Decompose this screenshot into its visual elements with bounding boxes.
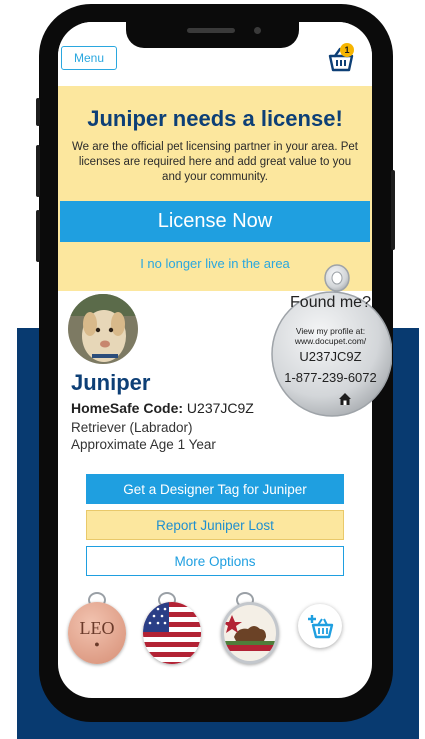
cart-count-badge: 1 bbox=[340, 43, 354, 57]
paw-icon: ● bbox=[94, 638, 100, 649]
phone-volume-up bbox=[36, 145, 40, 197]
menu-button[interactable]: Menu bbox=[61, 46, 117, 70]
american-flag-tag[interactable] bbox=[143, 602, 201, 664]
banner-title: Juniper needs a license! bbox=[87, 106, 343, 131]
found-me-line2: www.docupet.com/ bbox=[294, 336, 367, 346]
add-basket-icon bbox=[308, 615, 334, 639]
pet-avatar bbox=[68, 294, 138, 364]
california-bear-tag[interactable] bbox=[221, 602, 279, 664]
homesafe-code: HomeSafe Code: U237JC9Z bbox=[71, 400, 254, 416]
phone-camera bbox=[254, 27, 261, 34]
pet-breed: Retriever (Labrador) bbox=[71, 420, 193, 435]
home-icon bbox=[339, 393, 351, 405]
pet-age: Approximate Age 1 Year bbox=[71, 437, 216, 452]
pet-name: Juniper bbox=[71, 370, 151, 395]
report-lost-button[interactable]: Report Juniper Lost bbox=[86, 510, 344, 540]
found-me-code: U237JC9Z bbox=[299, 349, 362, 364]
found-me-line1: View my profile at: bbox=[295, 326, 366, 336]
phone-power-button bbox=[391, 170, 395, 250]
found-me-tag: Found me? View my profile at: www.docupe… bbox=[269, 262, 392, 418]
phone-side-button bbox=[36, 98, 40, 126]
homesafe-code-value: U237JC9Z bbox=[186, 400, 254, 416]
phone-volume-down bbox=[36, 210, 40, 262]
found-me-title: Found me? bbox=[290, 294, 371, 311]
license-now-button[interactable]: License Now bbox=[60, 201, 370, 242]
designer-tag-button[interactable]: Get a Designer Tag for Juniper bbox=[86, 474, 344, 504]
tag-text: LEO bbox=[79, 617, 115, 638]
homesafe-code-label: HomeSafe Code: bbox=[71, 400, 184, 416]
banner-description: We are the official pet licensing partne… bbox=[72, 141, 358, 183]
add-tag-button[interactable] bbox=[298, 604, 342, 648]
more-options-button[interactable]: More Options bbox=[86, 546, 344, 576]
found-me-phone: 1-877-239-6072 bbox=[284, 370, 377, 385]
copper-leo-tag[interactable]: LEO ● bbox=[68, 602, 126, 664]
phone-speaker bbox=[187, 28, 235, 33]
